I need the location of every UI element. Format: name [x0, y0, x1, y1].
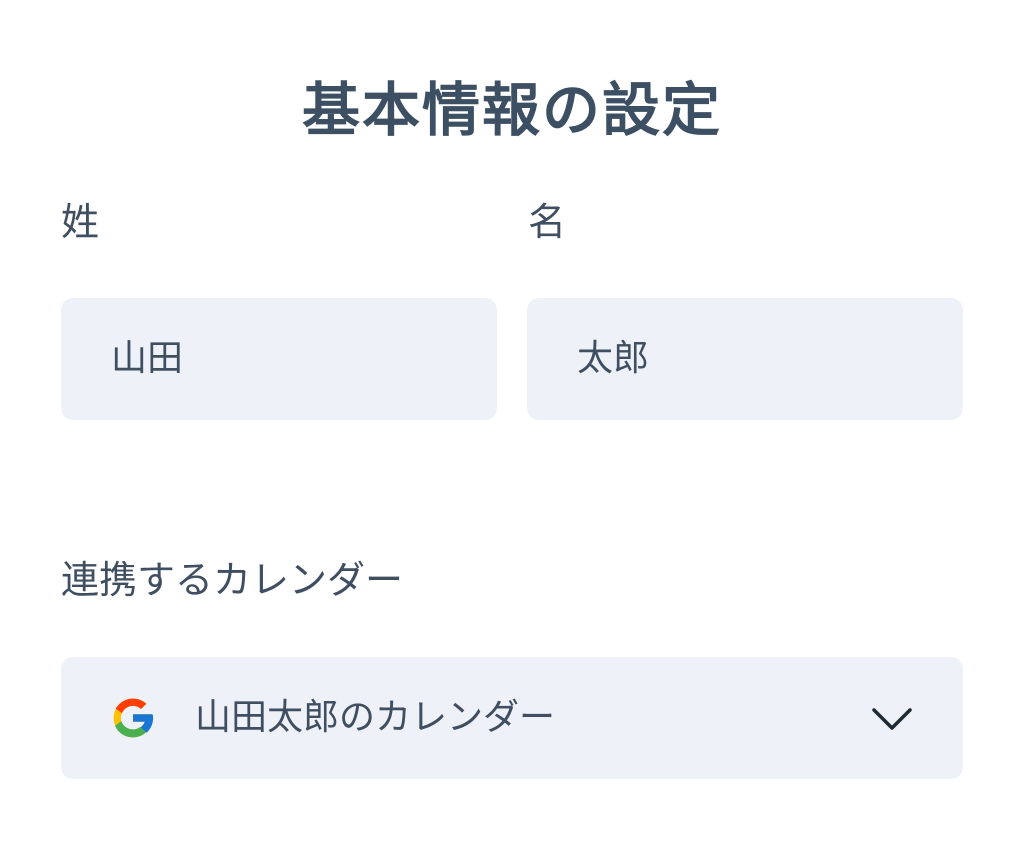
- chevron-down-icon[interactable]: [871, 703, 913, 733]
- google-icon: [113, 698, 154, 738]
- calendar-selected-value: 山田太郎のカレンダー: [195, 697, 556, 738]
- calendar-label: 連携するカレンダー: [61, 558, 404, 602]
- last-name-value: 山田: [111, 338, 184, 379]
- page-title: 基本情報の設定: [301, 76, 722, 144]
- first-name-value: 太郎: [577, 338, 650, 379]
- calendar-select[interactable]: 山田太郎のカレンダー: [61, 657, 963, 779]
- first-name-label: 名: [528, 200, 567, 244]
- first-name-field[interactable]: 太郎: [527, 298, 963, 420]
- last-name-field[interactable]: 山田: [61, 298, 497, 420]
- last-name-label: 姓: [61, 200, 100, 244]
